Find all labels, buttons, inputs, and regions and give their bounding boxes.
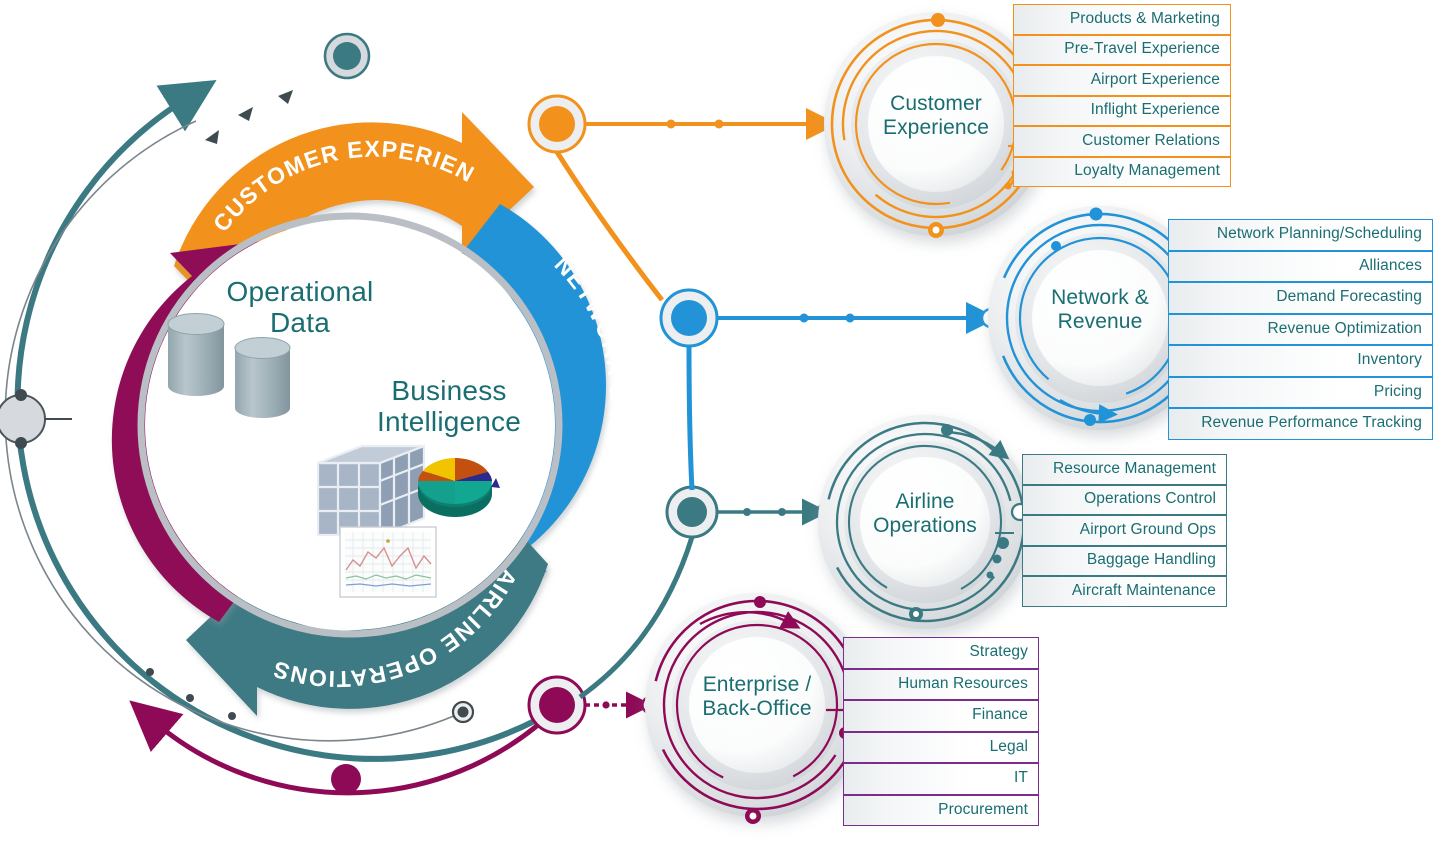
capability-item[interactable]: Procurement xyxy=(843,794,1039,826)
capability-item[interactable]: Finance xyxy=(843,700,1039,732)
capability-item[interactable]: Baggage Handling xyxy=(1022,545,1227,576)
stem-network-revenue xyxy=(686,345,695,491)
capability-item[interactable]: Pre-Travel Experience xyxy=(1013,34,1231,65)
hub-node-top xyxy=(323,32,371,80)
ring-arrow-1 xyxy=(205,130,219,144)
capability-item[interactable]: Network Planning/Scheduling xyxy=(1168,219,1433,251)
capability-list-network-revenue: Network Planning/Scheduling Alliances Dema… xyxy=(1168,219,1433,440)
capability-item[interactable]: Alliances xyxy=(1168,250,1433,282)
capability-item[interactable]: Pricing xyxy=(1168,376,1433,408)
sphere-enterprise[interactable] xyxy=(645,593,869,817)
hub-node-airline-operations[interactable] xyxy=(665,485,719,539)
database-cylinder-icon xyxy=(234,337,291,418)
capability-item[interactable]: Legal xyxy=(843,731,1039,763)
capability-item[interactable]: Demand Forecasting xyxy=(1168,282,1433,314)
ring-node-small-core xyxy=(457,706,469,718)
ring-arrow-3 xyxy=(278,90,293,104)
hub-node-network-revenue[interactable] xyxy=(659,288,719,348)
capability-item[interactable]: Airport Experience xyxy=(1013,65,1231,96)
connector-airline-operations xyxy=(717,498,836,526)
capability-item[interactable]: Operations Control xyxy=(1022,484,1227,515)
capability-item[interactable]: Customer Relations xyxy=(1013,126,1231,157)
capability-item[interactable]: Strategy xyxy=(843,637,1039,669)
business-intelligence-label: Business Intelligence xyxy=(376,375,522,438)
capability-list-customer-experience: Products & Marketing Pre-Travel Experienc… xyxy=(1013,4,1231,187)
sphere-airline-operations[interactable] xyxy=(818,415,1032,629)
capability-item[interactable]: Loyalty Management xyxy=(1013,156,1231,187)
ring-dot-1 xyxy=(146,668,154,676)
capability-item[interactable]: Products & Marketing xyxy=(1013,4,1231,35)
operational-data-label: Operational Data xyxy=(226,276,374,339)
ring-dot-3 xyxy=(228,712,236,720)
ring-dot-2 xyxy=(186,694,194,702)
data-cube-icon xyxy=(316,444,426,538)
capability-item[interactable]: Airport Ground Ops xyxy=(1022,515,1227,546)
magenta-dot-large xyxy=(331,764,361,794)
capability-item[interactable]: Aircraft Maintenance xyxy=(1022,576,1227,607)
capability-item[interactable]: IT xyxy=(843,763,1039,795)
capability-list-airline-operations: Resource Management Operations Control Air… xyxy=(1022,454,1227,607)
capability-list-enterprise: Strategy Human Resources Finance Legal IT Pro… xyxy=(843,637,1039,826)
hub-node-enterprise[interactable] xyxy=(527,675,587,735)
connector-network-revenue xyxy=(717,302,1002,334)
hub-node-customer-experience[interactable] xyxy=(527,94,587,154)
line-chart-icon xyxy=(339,526,437,598)
capability-item[interactable]: Inflight Experience xyxy=(1013,95,1231,126)
ring-arrow-2 xyxy=(238,107,253,121)
connector-customer-experience xyxy=(585,108,843,140)
capability-item[interactable]: Human Resources xyxy=(843,668,1039,700)
diagram-canvas: CUSTOMER EXPERIENCE NETWORK & REVENUE AI… xyxy=(0,0,1441,862)
capability-item[interactable]: Inventory xyxy=(1168,345,1433,377)
capability-item[interactable]: Revenue Optimization xyxy=(1168,313,1433,345)
capability-item[interactable]: Revenue Performance Tracking xyxy=(1168,408,1433,440)
capability-item[interactable]: Resource Management xyxy=(1022,454,1227,485)
